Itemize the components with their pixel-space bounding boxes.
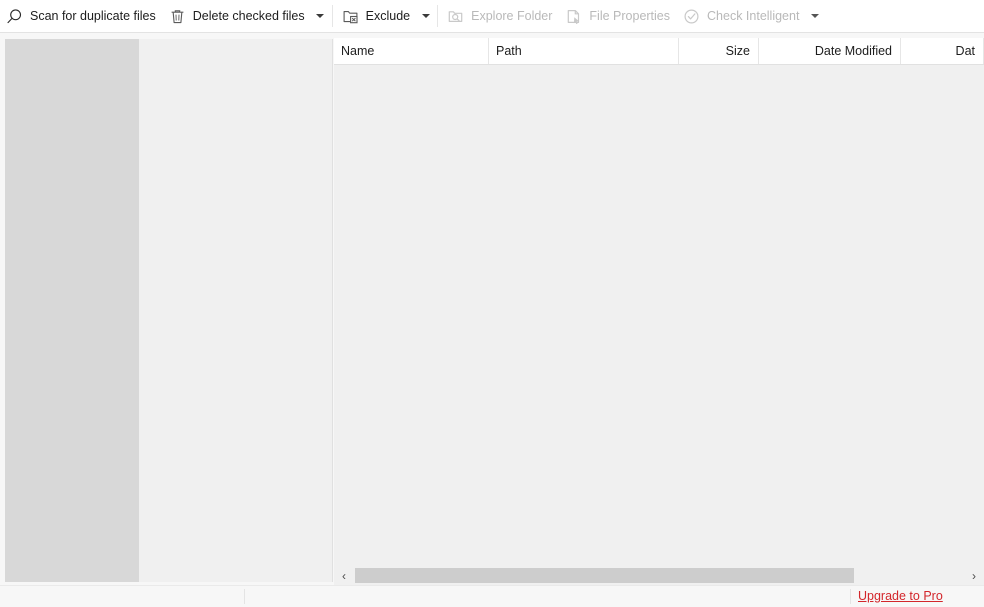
scroll-right-arrow-icon[interactable]: › bbox=[964, 566, 984, 585]
scrollbar-track[interactable] bbox=[354, 568, 964, 583]
scroll-left-arrow-icon[interactable]: ‹ bbox=[334, 566, 354, 585]
main-content-area: Name Path Size Date Modified Dat ‹ › bbox=[0, 33, 984, 593]
file-properties-label: File Properties bbox=[589, 9, 671, 23]
column-header-date-created[interactable]: Dat bbox=[901, 38, 984, 64]
exclude-dropdown-arrow[interactable] bbox=[417, 4, 434, 28]
column-header-name[interactable]: Name bbox=[334, 38, 489, 64]
status-bar-separator-1 bbox=[244, 589, 245, 604]
upgrade-to-pro-link[interactable]: Upgrade to Pro bbox=[858, 589, 943, 603]
status-bar-separator-2 bbox=[850, 589, 851, 604]
check-intelligent-button[interactable]: Check Intelligent bbox=[677, 3, 806, 29]
column-header-size-label: Size bbox=[725, 44, 750, 58]
file-list-rows[interactable] bbox=[334, 65, 984, 566]
main-toolbar: Scan for duplicate files Delete checked … bbox=[0, 0, 984, 33]
column-header-path-label: Path bbox=[496, 44, 522, 58]
trash-icon bbox=[169, 8, 186, 25]
column-header-name-label: Name bbox=[341, 44, 375, 58]
file-list-horizontal-scrollbar[interactable]: ‹ › bbox=[334, 566, 984, 585]
file-properties-button[interactable]: File Properties bbox=[559, 3, 677, 29]
column-header-path[interactable]: Path bbox=[489, 38, 679, 64]
column-header-date-modified[interactable]: Date Modified bbox=[759, 38, 901, 64]
toolbar-separator-1 bbox=[331, 5, 333, 27]
scan-for-duplicate-files-button[interactable]: Scan for duplicate files bbox=[0, 3, 163, 29]
delete-checked-files-button[interactable]: Delete checked files bbox=[163, 3, 312, 29]
check-intelligent-label: Check Intelligent bbox=[707, 9, 800, 23]
left-panel[interactable] bbox=[5, 39, 139, 582]
status-bar: Upgrade to Pro bbox=[0, 585, 984, 607]
column-header-date-modified-label: Date Modified bbox=[814, 44, 892, 58]
delete-checked-files-label: Delete checked files bbox=[192, 9, 305, 23]
scan-for-duplicate-files-label: Scan for duplicate files bbox=[30, 9, 156, 23]
check-circle-icon bbox=[683, 8, 700, 25]
file-list-area: Name Path Size Date Modified Dat ‹ › bbox=[334, 38, 984, 593]
delete-checked-files-dropdown-arrow[interactable] bbox=[312, 4, 329, 28]
explore-folder-label: Explore Folder bbox=[471, 9, 553, 23]
exclude-button[interactable]: Exclude bbox=[336, 3, 417, 29]
folder-exclude-icon bbox=[342, 8, 359, 25]
exclude-label: Exclude bbox=[365, 9, 411, 23]
duplicate-groups-panel[interactable] bbox=[139, 39, 333, 582]
application-window: Scan for duplicate files Delete checked … bbox=[0, 0, 984, 607]
folder-search-icon bbox=[447, 8, 464, 25]
scrollbar-thumb[interactable] bbox=[355, 568, 854, 583]
magnifier-icon bbox=[6, 8, 23, 25]
explore-folder-button[interactable]: Explore Folder bbox=[441, 3, 559, 29]
column-header-date-created-label: Dat bbox=[955, 44, 975, 58]
file-properties-icon bbox=[565, 8, 582, 25]
check-intelligent-dropdown-arrow[interactable] bbox=[806, 4, 823, 28]
toolbar-separator-2 bbox=[437, 5, 439, 27]
file-list-header: Name Path Size Date Modified Dat bbox=[334, 38, 984, 65]
column-header-size[interactable]: Size bbox=[679, 38, 759, 64]
